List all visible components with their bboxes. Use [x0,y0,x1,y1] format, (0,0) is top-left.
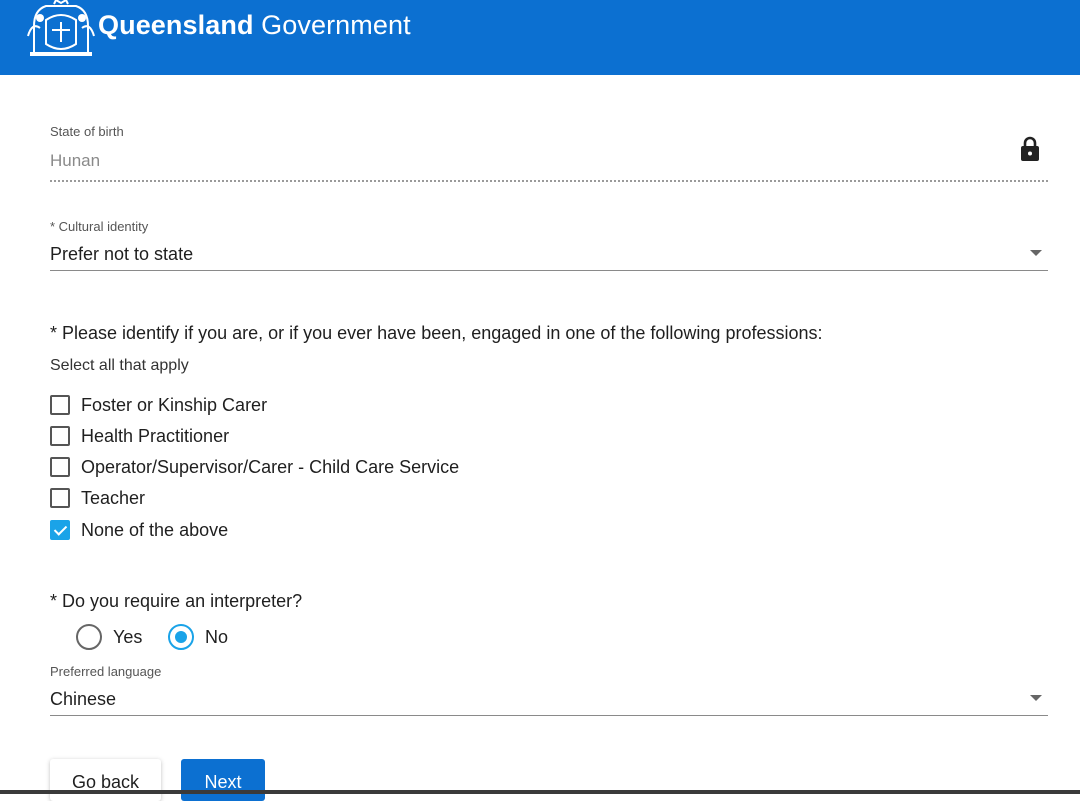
radio-button-selected[interactable] [168,624,194,650]
checkbox[interactable] [50,457,70,477]
radio-button[interactable] [76,624,102,650]
radio-label: Yes [113,626,143,647]
preferred-language-value: Chinese [50,689,117,709]
profession-option-none[interactable]: None of the above [50,519,228,541]
profession-option-health-practitioner[interactable]: Health Practitioner [50,425,229,447]
go-back-button[interactable]: Go back [50,759,161,801]
profession-option-label: None of the above [81,519,229,540]
chevron-down-icon[interactable] [1030,695,1042,701]
profession-option-child-care[interactable]: Operator/Supervisor/Carer - Child Care S… [50,456,459,478]
queensland-crest-logo [27,0,95,56]
interpreter-question: * Do you require an interpreter? [50,591,303,611]
profession-option-teacher[interactable]: Teacher [50,487,145,509]
profession-option-label: Health Practitioner [81,425,230,446]
profession-option-foster-carer[interactable]: Foster or Kinship Carer [50,394,267,416]
profession-option-label: Foster or Kinship Carer [81,394,268,415]
preferred-language-underline [50,715,1048,716]
next-button[interactable]: Next [181,759,265,801]
chevron-down-icon[interactable] [1030,250,1042,256]
brand-government: Government [261,10,411,40]
profession-option-label: Teacher [81,487,146,508]
profession-option-label: Operator/Supervisor/Carer - Child Care S… [81,456,460,477]
checkbox[interactable] [50,395,70,415]
state-of-birth-underline [50,180,1048,182]
preferred-language-select[interactable]: Preferred language Chinese [50,664,1048,718]
window-bottom-edge [0,790,1080,794]
professions-question: * Please identify if you are, or if you … [50,323,823,343]
checkbox[interactable] [50,488,70,508]
cultural-identity-value: Prefer not to state [50,244,194,264]
preferred-language-label: Preferred language [50,664,162,679]
state-of-birth-value: Hunan [50,151,101,170]
site-header: Queensland Government [0,0,1080,75]
cultural-identity-underline [50,270,1048,271]
state-of-birth-label: State of birth [50,124,124,139]
professions-helper: Select all that apply [50,357,189,374]
interpreter-option-yes[interactable]: Yes [76,624,142,650]
interpreter-option-no[interactable]: No [168,624,228,650]
state-of-birth-field: State of birth Hunan [50,124,1048,184]
cultural-identity-label: * Cultural identity [50,219,149,234]
checkbox-checked[interactable] [50,520,70,540]
site-brand[interactable]: Queensland Government [98,10,411,41]
checkbox[interactable] [50,426,70,446]
radio-label: No [205,626,229,647]
brand-queensland: Queensland [98,10,254,40]
cultural-identity-select[interactable]: * Cultural identity Prefer not to state [50,219,1048,273]
lock-icon [1021,136,1039,161]
